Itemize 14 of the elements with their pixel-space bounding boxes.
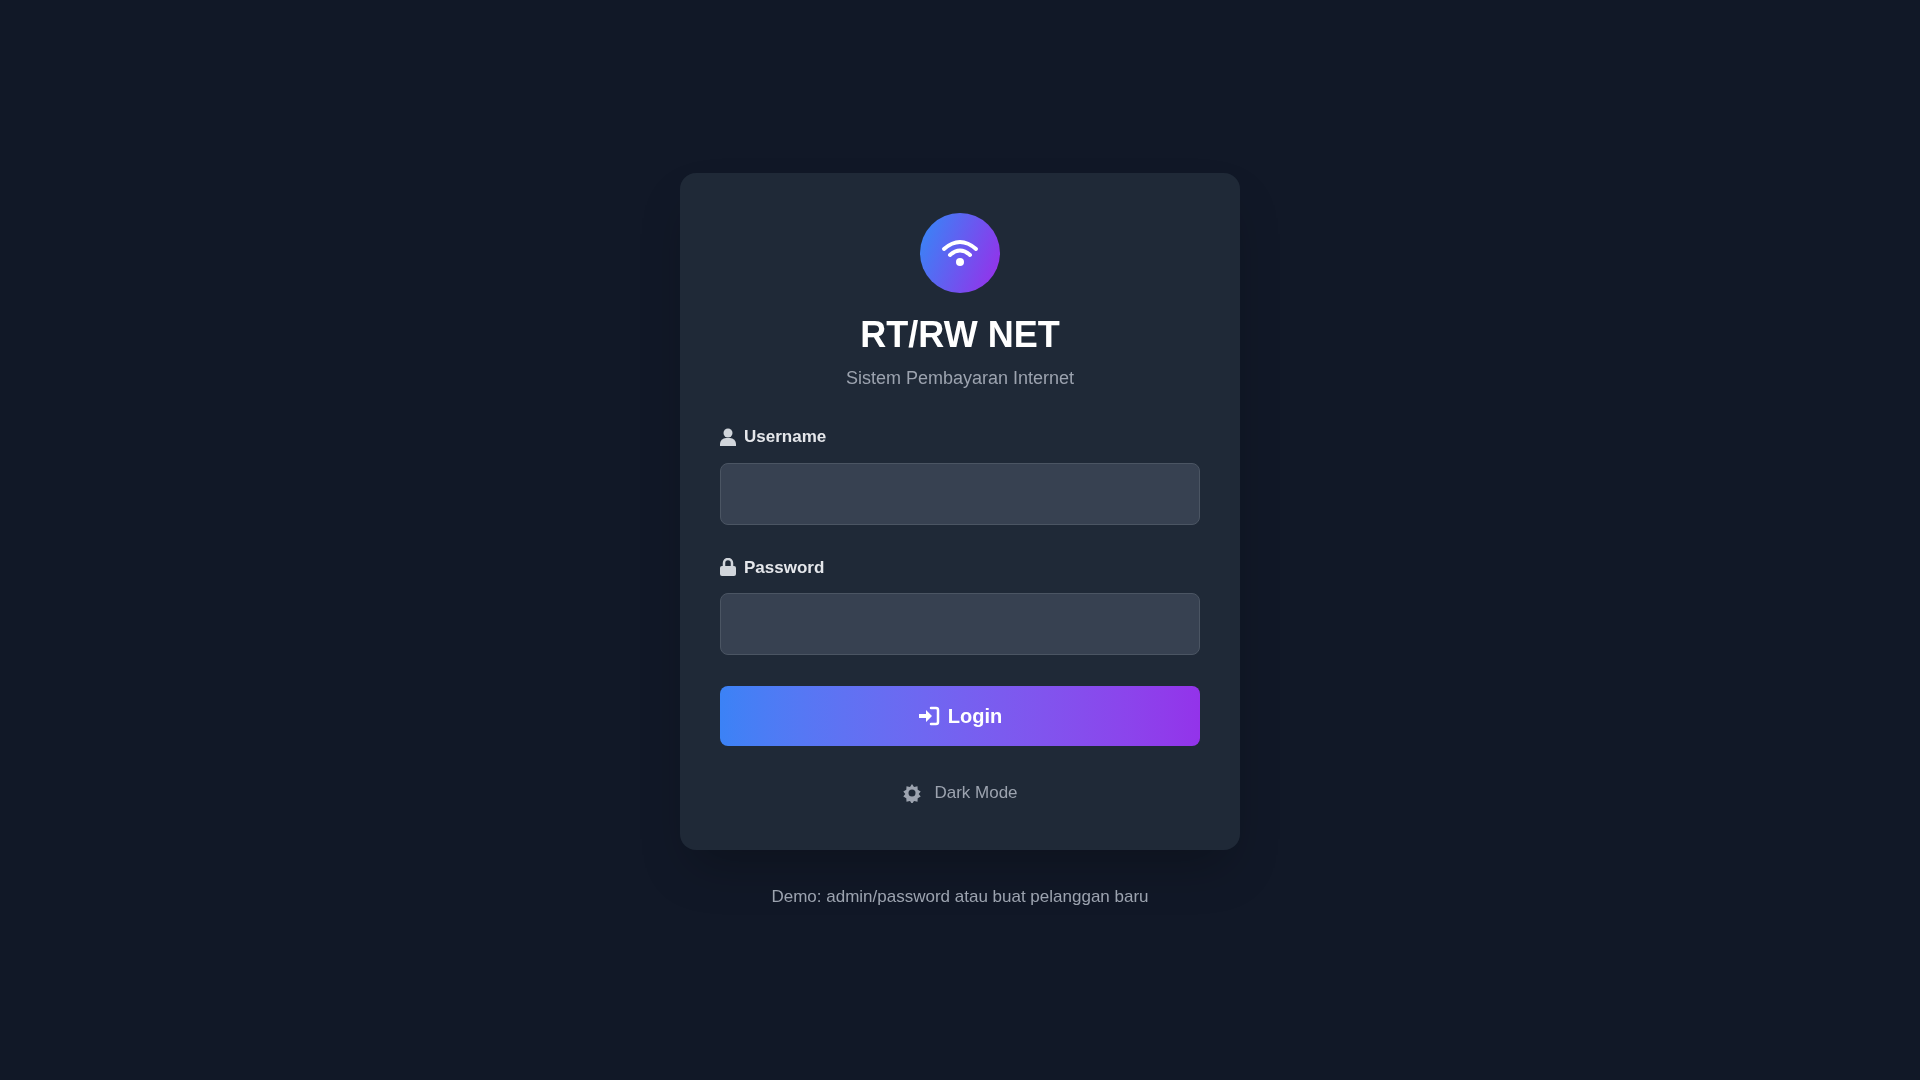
password-field[interactable] xyxy=(720,593,1200,655)
app-subtitle: Sistem Pembayaran Internet xyxy=(845,367,1075,390)
sign-in-icon xyxy=(917,706,940,726)
demo-credentials-note: Demo: admin/password atau buat pelanggan baru xyxy=(771,885,1149,908)
wifi-logo-icon xyxy=(920,213,1000,293)
lock-icon xyxy=(720,558,736,577)
login-button[interactable]: Login xyxy=(720,686,1200,746)
field-label: Username xyxy=(744,426,827,448)
dark-mode-toggle[interactable]: Dark Mode xyxy=(902,780,1018,806)
username-field[interactable] xyxy=(720,462,1200,525)
app-title: RT/RW NET xyxy=(860,313,1060,357)
gear-icon xyxy=(902,782,923,803)
user-icon xyxy=(720,427,736,446)
field-label: Password xyxy=(744,556,825,579)
